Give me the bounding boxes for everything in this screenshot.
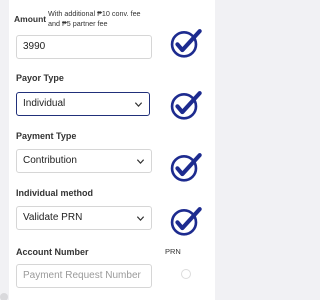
individual-method-select[interactable]: Validate PRN [16,206,152,230]
page-indicator-dot [0,293,8,300]
payment-type-value: Contribution [23,155,77,166]
account-number-input[interactable]: Payment Request Number [16,264,152,288]
amount-value: 3990 [23,41,46,52]
individual-method-label: Individual method [16,188,94,198]
account-number-label: Account Number [16,247,89,257]
checkmark-icon [170,29,202,58]
payor-type-label: Payor Type [16,73,64,83]
amount-input[interactable]: 3990 [16,35,152,59]
checkmark-icon [170,153,202,182]
input-handle [181,269,191,279]
amount-label: Amount [14,14,47,24]
checkmark-icon [170,207,202,236]
fee-note: With additional ₱10 conv. fee and ₱5 par… [48,9,141,29]
payment-type-label: Payment Type [16,131,77,141]
fee-line-2: and ₱5 partner fee [48,19,108,28]
payment-type-select[interactable]: Contribution [16,149,152,173]
individual-method-value: Validate PRN [23,212,83,223]
chevron-down-icon [136,159,145,164]
prn-hint: PRN [165,247,181,256]
payment-form: Amount With additional ₱10 conv. fee and… [9,0,215,300]
account-number-placeholder: Payment Request Number [23,270,141,281]
payor-type-value: Individual [23,98,66,109]
chevron-down-icon [134,102,143,107]
payor-type-select[interactable]: Individual [16,92,150,116]
checkmark-icon [170,91,202,120]
fee-line-1: With additional ₱10 conv. fee [48,9,141,18]
chevron-down-icon [136,216,145,221]
